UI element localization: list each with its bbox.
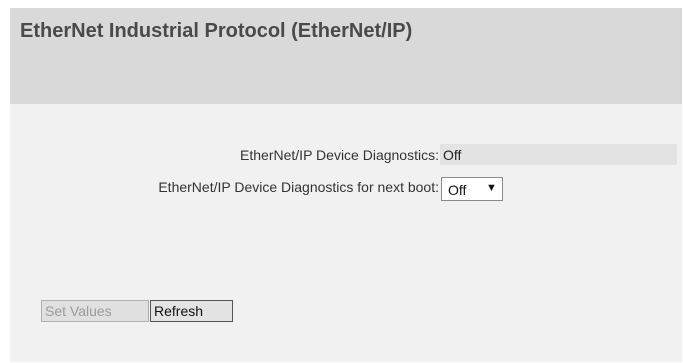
set-values-button[interactable]: Set Values — [41, 300, 149, 322]
diagnostics-label: EtherNet/IP Device Diagnostics: — [240, 147, 439, 163]
page-header: EtherNet Industrial Protocol (EtherNet/I… — [10, 8, 682, 104]
refresh-button[interactable]: Refresh — [150, 300, 233, 322]
next-boot-select[interactable]: Off ▼ — [441, 177, 503, 201]
diagnostics-value: Off — [443, 147, 462, 163]
diagnostics-value-field — [440, 144, 677, 165]
next-boot-selected-value: Off — [448, 182, 467, 198]
content-panel: EtherNet Industrial Protocol (EtherNet/I… — [10, 8, 682, 362]
next-boot-label: EtherNet/IP Device Diagnostics for next … — [158, 179, 439, 195]
page-title: EtherNet Industrial Protocol (EtherNet/I… — [20, 20, 413, 42]
chevron-down-icon: ▼ — [486, 182, 497, 194]
